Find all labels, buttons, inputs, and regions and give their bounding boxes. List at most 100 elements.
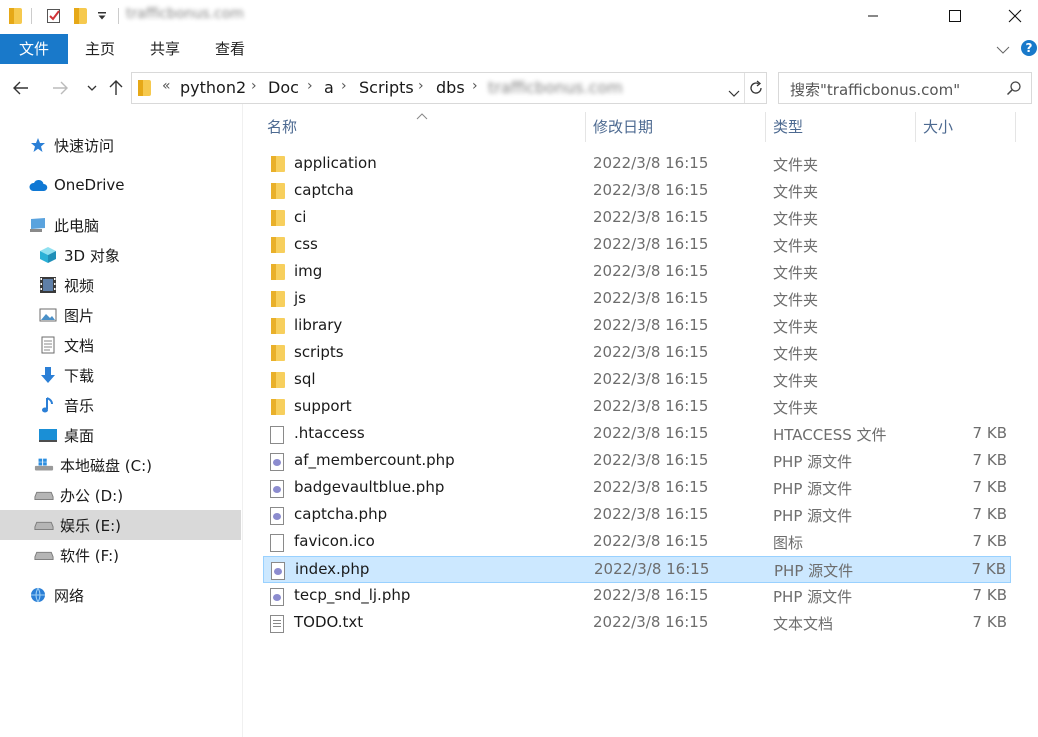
sidebar-item-label: 网络 [54,586,85,605]
file-name: ci [294,208,307,226]
crumb-separator: › [341,78,347,94]
file-size: 7 KB [972,451,1007,469]
help-icon[interactable]: ? [1021,40,1037,56]
sidebar-item-videos[interactable]: 视频 [0,270,241,300]
sidebar-item-quick-access[interactable]: 快速访问 [0,130,241,160]
windows-drive-icon [34,455,54,475]
file-type: 图标 [773,534,804,552]
folder-icon [270,183,286,201]
file-row[interactable]: ci 2022/3/8 16:15 文件夹 [263,205,1011,232]
folder-icon [138,80,151,96]
file-modified: 2022/3/8 16:15 [593,235,709,253]
toolbar-divider [118,8,119,24]
file-row[interactable]: scripts 2022/3/8 16:15 文件夹 [263,340,1011,367]
file-row[interactable]: img 2022/3/8 16:15 文件夹 [263,259,1011,286]
sidebar-item-this-pc[interactable]: 此电脑 [0,210,241,240]
column-header-name[interactable]: 名称 [267,112,297,142]
close-button[interactable] [992,0,1038,32]
column-divider[interactable] [915,112,916,142]
network-icon [28,585,48,605]
maximize-button[interactable] [932,0,978,32]
file-row[interactable]: captcha.php 2022/3/8 16:15 PHP 源文件 7 KB [263,502,1011,529]
expand-ribbon-icon[interactable] [996,41,1010,59]
file-row[interactable]: application 2022/3/8 16:15 文件夹 [263,151,1011,178]
file-type: 文件夹 [773,345,819,363]
cube-icon [38,245,58,265]
sidebar-item-onedrive[interactable]: OneDrive [0,170,241,200]
address-bar[interactable]: « python2 › Doc › a › Scripts › dbs › tr… [131,72,767,104]
refresh-icon[interactable] [748,80,764,100]
tab-file[interactable]: 文件 [0,34,68,64]
sidebar-item-desktop[interactable]: 桌面 [0,420,241,450]
column-divider[interactable] [1015,112,1016,142]
tab-share[interactable]: 共享 [143,35,187,63]
search-input[interactable]: 搜索"trafficbonus.com" [790,79,960,100]
file-row[interactable]: css 2022/3/8 16:15 文件夹 [263,232,1011,259]
address-dropdown-icon[interactable] [728,84,740,102]
file-row[interactable]: sql 2022/3/8 16:15 文件夹 [263,367,1011,394]
search-box[interactable]: 搜索"trafficbonus.com" [778,72,1032,104]
file-row[interactable]: index.php 2022/3/8 16:15 PHP 源文件 7 KB [263,556,1011,583]
sidebar-item-network[interactable]: 网络 [0,580,241,610]
file-row[interactable]: support 2022/3/8 16:15 文件夹 [263,394,1011,421]
column-divider[interactable] [765,112,766,142]
up-button[interactable] [104,76,128,100]
sidebar-item-pictures[interactable]: 图片 [0,300,241,330]
sidebar-item-3d-objects[interactable]: 3D 对象 [0,240,241,270]
crumb-scripts[interactable]: Scripts [359,78,414,97]
file-name: application [294,154,377,172]
file-name: img [294,262,323,280]
column-header-modified[interactable]: 修改日期 [593,112,653,142]
sidebar-item-drive-f[interactable]: 软件 (F:) [0,540,241,570]
file-name: badgevaultblue.php [294,478,445,496]
file-modified: 2022/3/8 16:15 [593,154,709,172]
column-header-type[interactable]: 类型 [773,112,803,142]
folder-icon [270,237,286,255]
file-type: 文件夹 [773,156,819,174]
crumb-python2[interactable]: python2 [180,78,246,97]
film-icon [38,275,58,295]
customize-quick-access-icon[interactable] [93,7,111,25]
sidebar-item-music[interactable]: 音乐 [0,390,241,420]
sidebar-item-downloads[interactable]: 下载 [0,360,241,390]
file-row[interactable]: favicon.ico 2022/3/8 16:15 图标 7 KB [263,529,1011,556]
search-icon[interactable] [1006,80,1022,100]
minimize-button[interactable] [850,0,896,32]
crumb-doc[interactable]: Doc [268,78,299,97]
file-row[interactable]: tecp_snd_lj.php 2022/3/8 16:15 PHP 源文件 7 KB [263,583,1011,610]
crumb-dbs[interactable]: dbs [436,78,465,97]
file-row[interactable]: badgevaultblue.php 2022/3/8 16:15 PHP 源文件 7… [263,475,1011,502]
tab-view[interactable]: 查看 [208,35,252,63]
sidebar-item-label: 音乐 [64,396,95,415]
file-row[interactable]: captcha 2022/3/8 16:15 文件夹 [263,178,1011,205]
sidebar-item-label: 快速访问 [54,136,115,155]
file-modified: 2022/3/8 16:15 [593,262,709,280]
sidebar-item-drive-c[interactable]: 本地磁盘 (C:) [0,450,241,480]
tab-home[interactable]: 主页 [78,35,122,63]
forward-button[interactable] [48,76,72,100]
file-modified: 2022/3/8 16:15 [594,560,710,578]
new-folder-icon[interactable] [71,7,89,25]
file-row[interactable]: TODO.txt 2022/3/8 16:15 文本文档 7 KB [263,610,1011,637]
file-name: index.php [295,560,370,578]
sidebar-item-drive-e[interactable]: 娱乐 (E:) [0,510,241,540]
column-header-size[interactable]: 大小 [923,112,953,142]
column-divider[interactable] [585,112,586,142]
text-file-icon [270,615,286,633]
back-button[interactable] [9,76,33,100]
sidebar-item-documents[interactable]: 文档 [0,330,241,360]
star-icon [28,135,48,155]
sort-ascending-icon [416,106,428,124]
file-row[interactable]: .htaccess 2022/3/8 16:15 HTACCESS 文件 7 KB [263,421,1011,448]
file-name: .htaccess [294,424,365,442]
properties-icon[interactable] [45,7,63,25]
sidebar-item-drive-d[interactable]: 办公 (D:) [0,480,241,510]
overflow-crumb[interactable]: « [162,78,171,94]
file-row[interactable]: library 2022/3/8 16:15 文件夹 [263,313,1011,340]
file-row[interactable]: js 2022/3/8 16:15 文件夹 [263,286,1011,313]
crumb-current[interactable]: trafficbonus.com [488,78,623,97]
file-row[interactable]: af_membercount.php 2022/3/8 16:15 PHP 源文件 7… [263,448,1011,475]
crumb-a[interactable]: a [324,78,334,97]
recent-locations-button[interactable] [80,76,104,100]
address-row: « python2 › Doc › a › Scripts › dbs › tr… [0,72,1038,104]
